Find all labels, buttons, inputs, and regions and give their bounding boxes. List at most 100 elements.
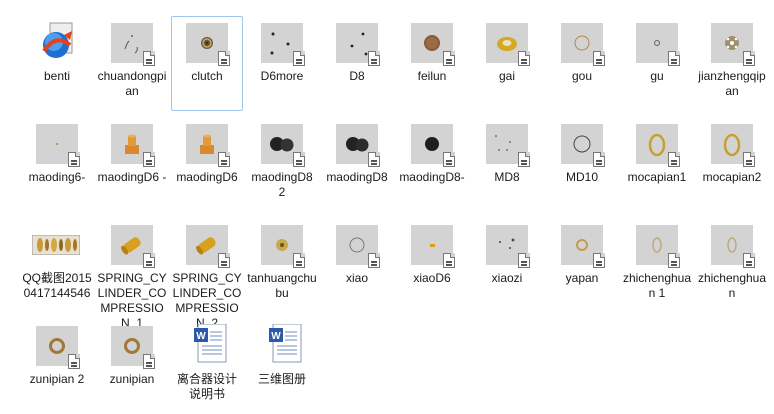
part-thumbnail-icon (636, 225, 680, 268)
file-name-label: benti (43, 69, 71, 83)
file-name-label: tanhuangchubu (247, 271, 317, 300)
file-name-label: mocapian2 (702, 170, 762, 184)
image-thumbnail-icon (31, 234, 81, 256)
file-name-label: D8 (349, 69, 365, 83)
file-item[interactable]: yapan (546, 218, 618, 313)
part-thumbnail-icon (111, 225, 155, 268)
file-overlay-icon (518, 51, 530, 66)
file-overlay-icon (443, 51, 455, 66)
file-name-label: jianzhengqipan (698, 69, 766, 98)
file-item[interactable]: maodingD6 (171, 117, 243, 212)
file-overlay-icon (443, 152, 455, 167)
file-name-label: chuandongpian (97, 69, 167, 98)
file-name-label: gou (571, 69, 593, 83)
file-item[interactable]: gai (471, 16, 543, 111)
file-item[interactable]: xiao (321, 218, 393, 313)
file-item[interactable]: D8 (321, 16, 393, 111)
file-item[interactable]: MD8 (471, 117, 543, 212)
file-name-label: yapan (565, 271, 599, 285)
file-name-label: 离合器设计说明书 (176, 372, 237, 401)
file-item[interactable]: MD10 (546, 117, 618, 212)
file-item[interactable]: feilun (396, 16, 468, 111)
file-item[interactable]: zhichenghuan (696, 218, 768, 313)
file-item[interactable]: maodingD8 (321, 117, 393, 212)
part-thumbnail-icon (111, 124, 155, 167)
part-thumbnail-icon (36, 326, 80, 369)
file-overlay-icon (368, 51, 380, 66)
file-item[interactable]: maodingD8 2 (246, 117, 318, 212)
file-overlay-icon (443, 253, 455, 268)
file-name-label: zunipian (109, 372, 155, 386)
file-name-label: mocapian1 (627, 170, 687, 184)
file-overlay-icon (293, 152, 305, 167)
file-overlay-icon (368, 152, 380, 167)
file-name-label: D6more (260, 69, 304, 83)
file-item[interactable]: QQ截图20150417144546 (21, 218, 93, 313)
file-item[interactable]: W 离合器设计说明书 (171, 319, 243, 414)
file-item[interactable]: maodingD6 - (96, 117, 168, 212)
file-overlay-icon (143, 51, 155, 66)
file-item[interactable]: SPRING_CYLINDER_COMPRESSION_1 (96, 218, 168, 330)
file-item[interactable]: zunipian 2 (21, 319, 93, 414)
part-thumbnail-icon (636, 124, 680, 167)
file-item[interactable]: benti (21, 16, 93, 111)
file-name-label: feilun (417, 69, 447, 83)
part-thumbnail-icon (486, 124, 530, 167)
file-overlay-icon (668, 51, 680, 66)
part-thumbnail-icon (111, 326, 155, 369)
file-item[interactable]: maoding6- (21, 117, 93, 212)
part-thumbnail-icon (186, 124, 230, 167)
file-overlay-icon (368, 253, 380, 268)
file-overlay-icon (668, 152, 680, 167)
file-name-label: xiaoD6 (413, 271, 451, 285)
file-overlay-icon (293, 253, 305, 268)
file-item[interactable]: gou (546, 16, 618, 111)
file-overlay-icon (218, 51, 230, 66)
file-name-label: zhichenghuan 1 (622, 271, 692, 300)
file-name-label: maodingD8 2 (251, 170, 313, 199)
part-thumbnail-icon (561, 124, 605, 167)
file-name-label: maoding6- (28, 170, 86, 184)
file-overlay-icon (593, 51, 605, 66)
file-name-label: maodingD8 (326, 170, 388, 184)
part-thumbnail-icon (261, 124, 305, 167)
file-name-label: clutch (191, 69, 223, 83)
part-thumbnail-icon (36, 124, 80, 167)
file-item[interactable]: SPRING_CYLINDER_COMPRESSION_2 (171, 218, 243, 330)
file-overlay-icon (68, 354, 80, 369)
file-name-label: xiao (345, 271, 368, 285)
file-item[interactable]: maodingD8- (396, 117, 468, 212)
file-item[interactable]: jianzhengqipan (696, 16, 768, 111)
file-name-label: MD8 (494, 170, 520, 184)
file-item[interactable]: zhichenghuan 1 (621, 218, 693, 313)
file-item[interactable]: xiaoD6 (396, 218, 468, 313)
file-grid: benti chuandongpian clutch D6more D8 fei… (0, 0, 774, 409)
part-thumbnail-icon (336, 225, 380, 268)
file-item[interactable]: D6more (246, 16, 318, 111)
file-overlay-icon (143, 253, 155, 268)
file-item[interactable]: xiaozi (471, 218, 543, 313)
file-overlay-icon (668, 253, 680, 268)
file-name-label: xiaozi (491, 271, 523, 285)
file-overlay-icon (518, 253, 530, 268)
file-overlay-icon (143, 354, 155, 369)
file-item[interactable]: mocapian1 (621, 117, 693, 212)
part-thumbnail-icon (336, 23, 380, 66)
file-overlay-icon (68, 152, 80, 167)
file-item[interactable]: gu (621, 16, 693, 111)
file-item[interactable]: zunipian (96, 319, 168, 414)
file-item[interactable]: chuandongpian (96, 16, 168, 111)
file-name-label: zunipian 2 (29, 372, 85, 386)
file-item[interactable]: tanhuangchubu (246, 218, 318, 313)
part-thumbnail-icon (711, 124, 755, 167)
file-name-label: gai (498, 69, 515, 83)
file-overlay-icon (143, 152, 155, 167)
file-name-label: MD10 (565, 170, 598, 184)
file-item[interactable]: clutch (171, 16, 243, 111)
file-overlay-icon (593, 152, 605, 167)
file-name-label: zhichenghuan (697, 271, 767, 300)
file-item[interactable]: mocapian2 (696, 117, 768, 212)
part-thumbnail-icon (186, 225, 230, 268)
part-thumbnail-icon (486, 225, 530, 268)
file-item[interactable]: W 三维图册 (246, 319, 318, 414)
